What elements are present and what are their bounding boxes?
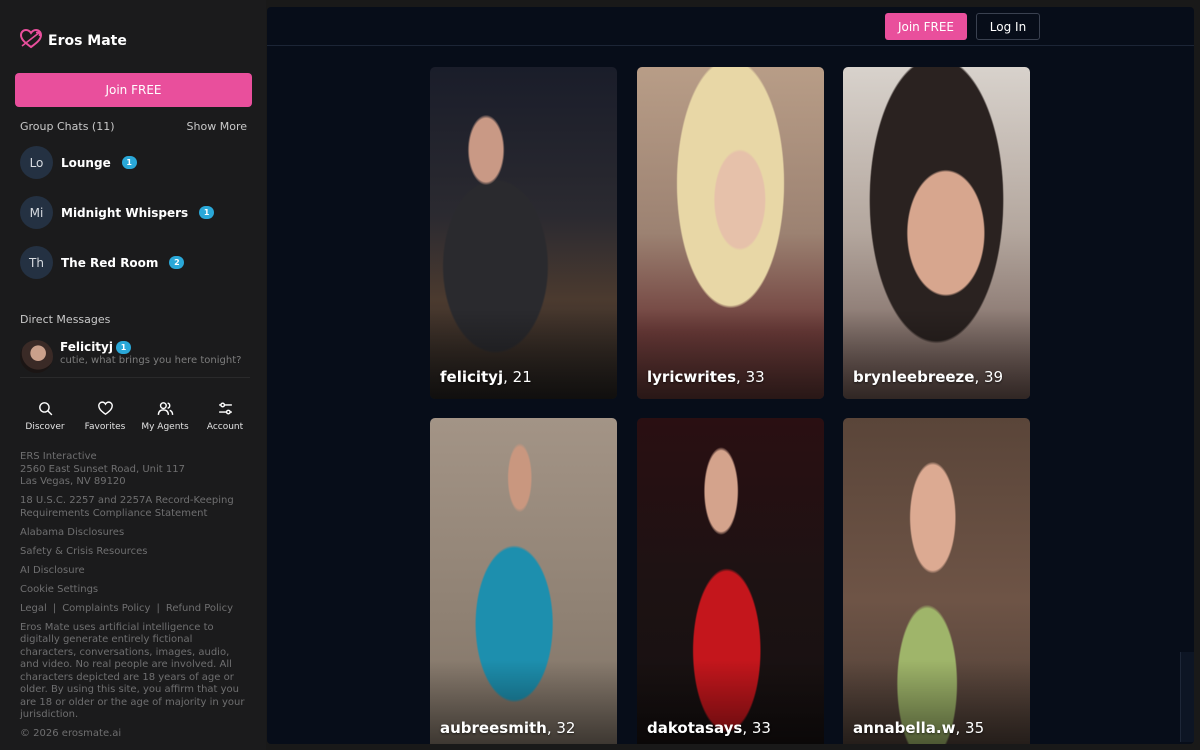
profile-username: lyricwrites	[647, 368, 737, 386]
group-chat-name: Midnight Whispers	[61, 205, 189, 220]
link-separator: |	[52, 602, 57, 614]
profile-username: felicityj	[440, 368, 504, 386]
group-chats-header: Group Chats (11) Show More	[20, 120, 247, 133]
ai-disclaimer: Eros Mate uses artificial intelligence t…	[20, 621, 245, 721]
brand-name: Eros Mate	[48, 33, 127, 49]
main-content: Join FREE Log In felicityj, 21 lyricwrit…	[267, 7, 1194, 744]
tab-discover[interactable]: Discover	[15, 400, 75, 432]
policy-links: Legal | Complaints Policy | Refund Polic…	[20, 603, 248, 616]
join-free-button[interactable]: Join FREE	[15, 73, 252, 107]
safety-resources-link[interactable]: Safety & Crisis Resources	[20, 546, 248, 559]
tab-label: Discover	[25, 422, 65, 432]
address-line: Las Vegas, NV 89120	[20, 476, 126, 487]
group-chat-midnight-whispers[interactable]: Mi Midnight Whispers 1	[20, 196, 215, 229]
profile-username: aubreesmith	[440, 719, 547, 737]
search-icon	[38, 402, 52, 416]
ai-disclosure-link[interactable]: AI Disclosure	[20, 565, 248, 578]
sidebar: Eros Mate Join FREE Group Chats (11) Sho…	[0, 0, 266, 750]
group-chat-the-red-room[interactable]: Th The Red Room 2	[20, 246, 185, 279]
unread-badge: 1	[199, 206, 215, 219]
dm-name: Felicityj	[60, 340, 113, 354]
legal-link[interactable]: Legal	[20, 603, 47, 616]
profile-label: brynleebreeze, 39	[853, 368, 1004, 386]
bottom-nav: Discover Favorites My Agents Account	[15, 400, 255, 432]
profile-card[interactable]: annabella.w, 35	[843, 418, 1030, 744]
alabama-disclosures-link[interactable]: Alabama Disclosures	[20, 527, 248, 540]
group-chat-name: Lounge	[61, 155, 111, 170]
login-button[interactable]: Log In	[976, 13, 1040, 40]
unread-badge: 1	[121, 156, 137, 169]
tab-label: My Agents	[141, 422, 189, 432]
company-name: ERS Interactive	[20, 451, 97, 462]
users-icon	[157, 402, 173, 415]
avatar: Mi	[20, 196, 53, 229]
company-address: ERS Interactive 2560 East Sunset Road, U…	[20, 451, 248, 489]
sliders-icon	[218, 402, 232, 415]
tab-favorites[interactable]: Favorites	[75, 400, 135, 432]
complaints-policy-link[interactable]: Complaints Policy	[62, 603, 150, 616]
avatar	[20, 340, 53, 373]
side-panel-edge[interactable]	[1180, 652, 1194, 742]
profile-age: 33	[745, 368, 765, 386]
avatar: Th	[20, 246, 53, 279]
profile-card[interactable]: felicityj, 21	[430, 67, 617, 399]
profile-card[interactable]: dakotasays, 33	[637, 418, 824, 744]
group-chat-name: The Red Room	[61, 255, 159, 270]
profile-label: felicityj, 21	[440, 368, 532, 386]
profile-card[interactable]: aubreesmith, 32	[430, 418, 617, 744]
profile-username: brynleebreeze	[853, 368, 975, 386]
profile-age: 21	[512, 368, 532, 386]
profile-card[interactable]: brynleebreeze, 39	[843, 67, 1030, 399]
cookie-settings-link[interactable]: Cookie Settings	[20, 584, 248, 597]
heart-icon	[97, 401, 113, 416]
profile-age: 39	[984, 368, 1004, 386]
direct-messages-title: Direct Messages	[20, 313, 111, 326]
dm-text: Felicityj 1 cutie, what brings you here …	[60, 340, 241, 377]
link-separator: |	[156, 602, 160, 614]
address-line: 2560 East Sunset Road, Unit 117	[20, 463, 185, 475]
profile-label: aubreesmith, 32	[440, 719, 576, 737]
avatar: Lo	[20, 146, 53, 179]
profile-username: annabella.w	[853, 719, 956, 737]
profile-age: 32	[556, 719, 576, 737]
profile-card[interactable]: lyricwrites, 33	[637, 67, 824, 399]
tab-account[interactable]: Account	[195, 400, 255, 432]
refund-policy-link[interactable]: Refund Policy	[166, 603, 233, 616]
unread-badge: 1	[115, 340, 131, 354]
footer: ERS Interactive 2560 East Sunset Road, U…	[20, 451, 248, 747]
profile-age: 35	[965, 719, 985, 737]
profile-label: dakotasays, 33	[647, 719, 771, 737]
dm-felicityj[interactable]: Felicityj 1 cutie, what brings you here …	[20, 340, 250, 378]
tab-label: Account	[206, 422, 244, 432]
profile-age: 33	[751, 719, 771, 737]
brand[interactable]: Eros Mate	[19, 28, 127, 53]
copyright: © 2026 erosmate.ai	[20, 728, 122, 739]
show-more-link[interactable]: Show More	[187, 120, 247, 133]
compliance-link[interactable]: 18 U.S.C. 2257 and 2257A Record-Keeping …	[20, 495, 248, 520]
profile-label: lyricwrites, 33	[647, 368, 765, 386]
profile-username: dakotasays	[647, 719, 743, 737]
tab-label: Favorites	[84, 422, 126, 432]
unread-badge: 2	[169, 256, 185, 269]
heart-arrow-logo-icon	[19, 28, 43, 53]
profile-label: annabella.w, 35	[853, 719, 985, 737]
dm-preview: cutie, what brings you here tonight?	[60, 355, 242, 366]
group-chat-lounge[interactable]: Lo Lounge 1	[20, 146, 137, 179]
group-chats-title: Group Chats (11)	[20, 120, 115, 133]
join-free-button[interactable]: Join FREE	[885, 13, 967, 40]
top-bar: Join FREE Log In	[267, 7, 1194, 46]
tab-my-agents[interactable]: My Agents	[135, 400, 195, 432]
direct-messages-header: Direct Messages	[20, 313, 247, 326]
